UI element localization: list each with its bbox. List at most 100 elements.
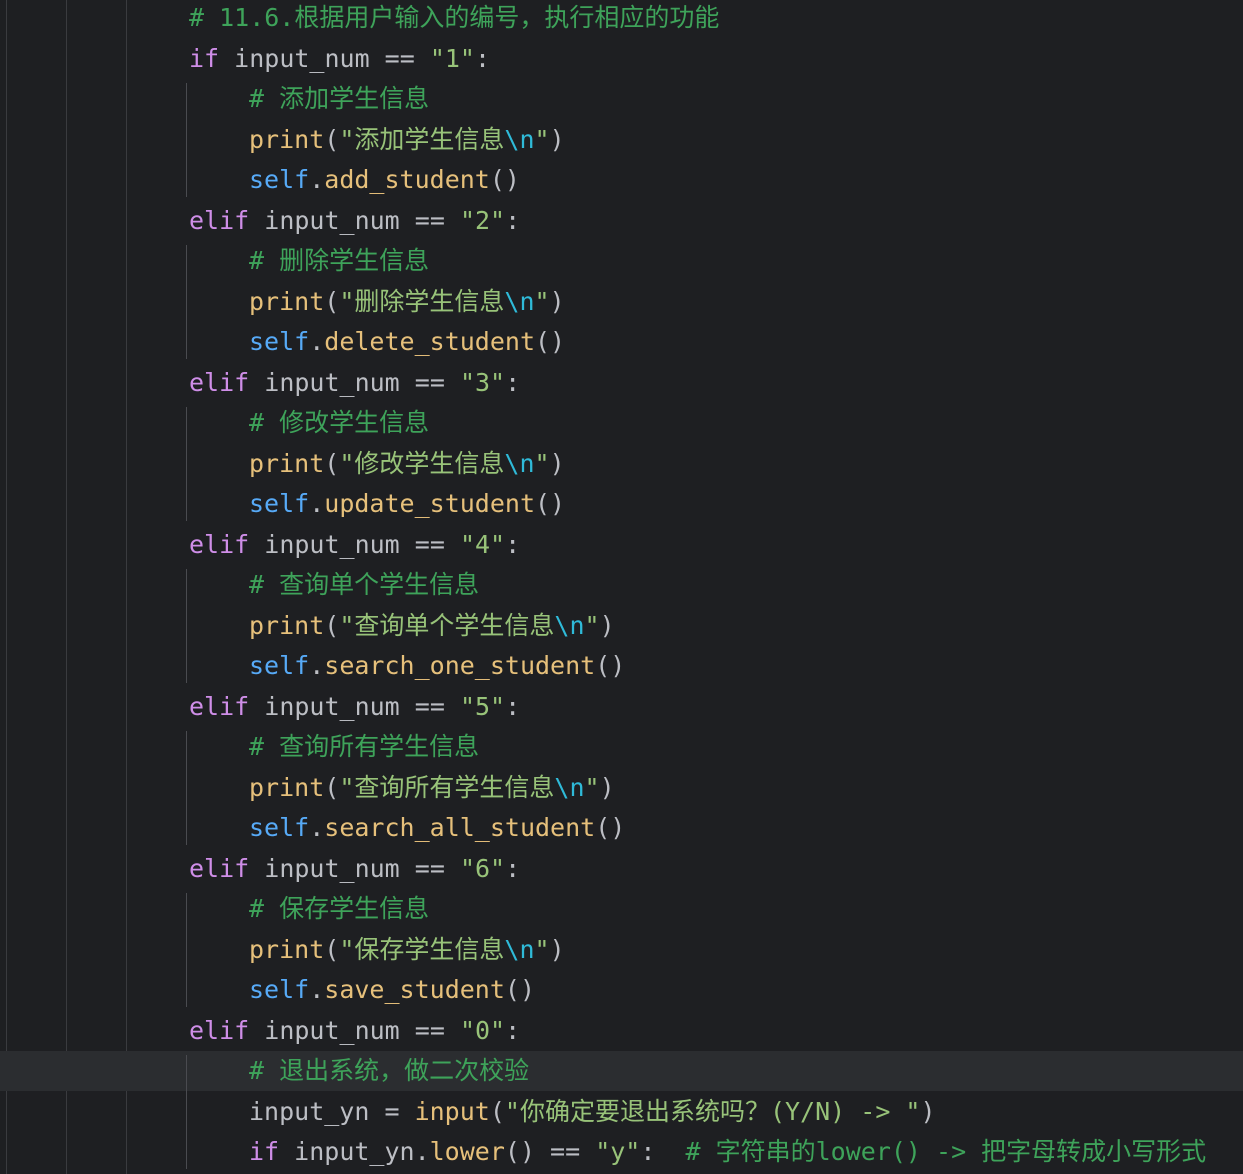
code-token: update_student — [324, 489, 535, 518]
code-token: "保存学生信息 — [339, 934, 505, 964]
code-token: self — [249, 975, 310, 1004]
code-line[interactable]: print("查询单个学生信息\n") — [249, 606, 615, 646]
code-token: \n — [554, 772, 585, 802]
code-line[interactable]: print("修改学生信息\n") — [249, 444, 565, 484]
code-token: "1" — [429, 43, 475, 73]
code-token: "0" — [459, 1015, 506, 1045]
code-line[interactable]: if input_yn.lower() == "y": # 字符串的lower(… — [249, 1132, 1206, 1172]
code-token: # 保存学生信息 — [249, 894, 430, 923]
code-token: add_student — [324, 165, 490, 194]
code-line[interactable]: self.delete_student() — [249, 322, 565, 362]
code-token: () — [595, 813, 626, 842]
code-line[interactable]: # 添加学生信息 — [249, 79, 429, 119]
code-token: : — [505, 205, 521, 235]
code-token: input_num == — [249, 853, 460, 883]
code-line[interactable]: self.search_all_student() — [249, 808, 625, 848]
code-token: self — [249, 813, 310, 842]
code-token: \n — [504, 124, 535, 154]
code-token: elif — [189, 367, 250, 397]
code-token: () == — [504, 1137, 596, 1166]
code-token: . — [309, 489, 325, 518]
code-token: lower — [429, 1137, 505, 1166]
code-token: ( — [324, 610, 340, 640]
code-line[interactable]: elif input_num == "3": — [189, 363, 520, 403]
code-line[interactable]: elif input_num == "0": — [189, 1011, 520, 1051]
code-token: "5" — [459, 691, 506, 721]
code-token: " — [584, 772, 600, 802]
code-token: \n — [554, 610, 585, 640]
code-token: \n — [504, 934, 535, 964]
block-indent-guide — [186, 569, 187, 683]
code-token: \n — [504, 448, 535, 478]
code-line[interactable]: # 删除学生信息 — [249, 241, 429, 281]
code-line[interactable]: # 修改学生信息 — [249, 403, 429, 443]
code-line[interactable]: print("查询所有学生信息\n") — [249, 768, 615, 808]
block-indent-guide — [186, 1055, 187, 1169]
code-token: if — [189, 43, 220, 73]
code-line[interactable]: # 退出系统，做二次校验 — [249, 1051, 529, 1091]
code-token: # 查询单个学生信息 — [249, 570, 480, 599]
code-line[interactable]: self.add_student() — [249, 160, 520, 200]
code-token: input_yn. — [279, 1137, 430, 1166]
indent-guide — [66, 0, 67, 1174]
code-token: " — [584, 610, 600, 640]
code-token: print — [249, 286, 325, 316]
code-token: search_all_student — [324, 813, 596, 842]
code-token: # 11.6.根据用户输入的编号，执行相应的功能 — [189, 3, 720, 32]
code-token: ( — [324, 772, 340, 802]
code-line[interactable]: elif input_num == "6": — [189, 849, 520, 889]
code-line[interactable]: self.search_one_student() — [249, 646, 625, 686]
code-line[interactable]: # 保存学生信息 — [249, 889, 429, 929]
code-line[interactable]: if input_num == "1": — [189, 39, 490, 79]
code-token: " — [534, 448, 550, 478]
code-token: self — [249, 327, 310, 356]
code-token: input_num == — [249, 367, 460, 397]
code-line[interactable]: print("删除学生信息\n") — [249, 282, 565, 322]
code-line[interactable]: elif input_num == "5": — [189, 687, 520, 727]
code-line[interactable]: print("保存学生信息\n") — [249, 930, 565, 970]
code-token: ( — [324, 934, 340, 964]
code-token: . — [309, 813, 325, 842]
code-line[interactable]: self.save_student() — [249, 970, 535, 1010]
block-indent-guide — [186, 893, 187, 1007]
code-token: # 删除学生信息 — [249, 246, 430, 275]
code-line[interactable]: # 11.6.根据用户输入的编号，执行相应的功能 — [189, 0, 719, 38]
code-token: input_num == — [249, 691, 460, 721]
code-token: input_num == — [249, 1015, 460, 1045]
code-token: self — [249, 165, 310, 194]
code-line[interactable]: # 查询所有学生信息 — [249, 727, 479, 767]
code-token: "4" — [459, 529, 506, 559]
code-token: print — [249, 448, 325, 478]
code-token: "查询单个学生信息 — [339, 610, 555, 640]
code-token: ) — [549, 448, 565, 478]
code-token: () — [535, 327, 566, 356]
code-token: input — [414, 1096, 490, 1126]
code-line[interactable]: input_yn = input("你确定要退出系统吗？(Y/N) -> ") — [249, 1092, 936, 1132]
code-token: elif — [189, 691, 250, 721]
code-line[interactable]: print("添加学生信息\n") — [249, 120, 565, 160]
code-token: "删除学生信息 — [339, 286, 505, 316]
code-token: search_one_student — [324, 651, 596, 680]
code-token: ( — [324, 124, 340, 154]
code-token: "添加学生信息 — [339, 124, 505, 154]
code-line[interactable]: elif input_num == "2": — [189, 201, 520, 241]
code-line[interactable]: self.update_student() — [249, 484, 565, 524]
code-token: " — [534, 934, 550, 964]
code-token: . — [309, 975, 325, 1004]
code-token: ) — [599, 772, 615, 802]
code-token: . — [309, 327, 325, 356]
code-line[interactable]: # 查询单个学生信息 — [249, 565, 479, 605]
code-token: # 字符串的lower() -> 把字母转成小写形式 — [685, 1137, 1207, 1166]
code-token: print — [249, 934, 325, 964]
code-token: elif — [189, 853, 250, 883]
code-token: # 查询所有学生信息 — [249, 732, 480, 761]
code-token: " — [534, 286, 550, 316]
code-line[interactable]: elif input_num == "4": — [189, 525, 520, 565]
code-token: elif — [189, 1015, 250, 1045]
code-editor[interactable]: # 11.6.根据用户输入的编号，执行相应的功能 if input_num == … — [0, 0, 1243, 1174]
code-token: print — [249, 772, 325, 802]
code-token: "2" — [459, 205, 506, 235]
code-token: # 修改学生信息 — [249, 408, 430, 437]
block-indent-guide — [186, 407, 187, 521]
code-token: ( — [324, 286, 340, 316]
